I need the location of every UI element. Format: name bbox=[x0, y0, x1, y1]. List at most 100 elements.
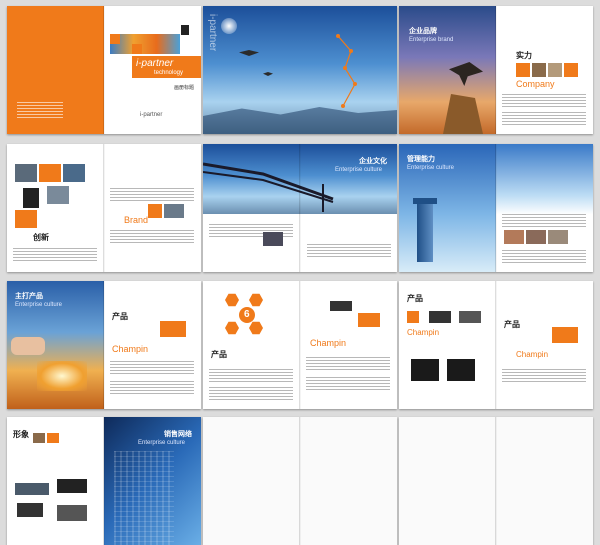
brand-text-page: Brand bbox=[104, 144, 201, 272]
photo-tile bbox=[148, 204, 162, 218]
section-heading-en: Enterprise culture bbox=[407, 165, 455, 171]
brochure-blank-spread bbox=[203, 417, 397, 545]
body-text-lines bbox=[306, 377, 390, 391]
brochure-product-spread: 产品 Champin 产品 Champin bbox=[399, 281, 593, 409]
lighthouse-image bbox=[417, 202, 433, 262]
sunburst-image bbox=[37, 361, 87, 391]
body-text-lines bbox=[13, 248, 97, 262]
eagle-image bbox=[263, 72, 273, 76]
body-text-lines bbox=[502, 250, 586, 264]
product-devices-page: 产品 Champin bbox=[399, 281, 496, 409]
brand-tagline: technology bbox=[154, 70, 184, 76]
product-tile bbox=[160, 321, 186, 337]
page-title-cn: 创新 bbox=[33, 233, 49, 242]
page-title-cn: 产品 bbox=[407, 294, 423, 303]
hex-tile bbox=[225, 293, 239, 307]
body-text-lines bbox=[502, 214, 586, 228]
rock-image bbox=[443, 94, 483, 134]
body-text-lines bbox=[502, 369, 586, 383]
section-heading-en: Enterprise brand bbox=[409, 37, 454, 43]
contact-block bbox=[17, 102, 63, 120]
cover-photo-strip bbox=[110, 34, 180, 54]
brand-name: i-partner bbox=[136, 58, 174, 69]
page-title-en: Champin bbox=[112, 344, 149, 354]
hex-page: 6 产品 bbox=[203, 281, 300, 409]
section-heading-en: Enterprise culture bbox=[15, 302, 63, 308]
section-heading-cn: 主打产品 bbox=[15, 293, 43, 300]
brochure-sales-spread: 形象 销售网络 Enterprise culture bbox=[7, 417, 201, 545]
photo-tile bbox=[564, 63, 578, 77]
info-icon bbox=[21, 186, 41, 210]
hand-image bbox=[11, 337, 45, 355]
photo-tile bbox=[47, 186, 69, 204]
phone-image bbox=[429, 311, 451, 323]
section-heading-cn: 销售网络 bbox=[164, 431, 192, 438]
brochure-innovation-spread: 创新 Brand bbox=[7, 144, 201, 272]
billboard-image bbox=[17, 503, 43, 517]
cover-square bbox=[110, 34, 120, 44]
front-cover-page: i-partner technology 画册标题 i-partner bbox=[104, 6, 201, 134]
hex-tile bbox=[249, 321, 263, 335]
vertical-brand-text: i-partner bbox=[207, 14, 218, 52]
photo-tile bbox=[548, 63, 562, 77]
bus-image bbox=[15, 483, 49, 495]
section-heading-en: Enterprise culture bbox=[335, 167, 383, 173]
photo-tile bbox=[15, 164, 37, 182]
skyscraper-page: 销售网络 Enterprise culture bbox=[104, 417, 201, 545]
cover-square bbox=[132, 44, 142, 54]
brochure-culture-spread: 企业文化 Enterprise culture bbox=[203, 144, 397, 272]
brochure-sky-spread: i-partner bbox=[203, 6, 397, 134]
brochure-brand-spread: 企业品牌 Enterprise brand 实力 Company bbox=[399, 6, 593, 134]
hex-tile bbox=[249, 293, 263, 307]
page-title-en: Champin bbox=[310, 338, 347, 348]
photo-tile bbox=[548, 230, 568, 244]
image-page: 形象 bbox=[7, 417, 104, 545]
sign-image bbox=[57, 505, 87, 521]
photo-tile bbox=[47, 433, 59, 443]
page-title-cn: 形象 bbox=[13, 430, 29, 439]
page-title-en: Champin bbox=[516, 350, 549, 359]
body-text-lines bbox=[502, 112, 586, 126]
product-tile bbox=[552, 327, 578, 343]
photo-tile bbox=[164, 204, 184, 218]
body-text-lines bbox=[110, 230, 194, 244]
body-text-lines bbox=[209, 369, 293, 383]
badge-number: 6 bbox=[244, 309, 250, 320]
brochure-cover-spread: i-partner technology 画册标题 i-partner bbox=[7, 6, 201, 134]
photo-tile bbox=[532, 63, 546, 77]
sun-glow bbox=[221, 18, 237, 34]
brochure-management-spread: 管理能力 Enterprise culture bbox=[399, 144, 593, 272]
brochure-blank-spread bbox=[399, 417, 593, 545]
body-text-lines bbox=[307, 244, 391, 258]
phone-image bbox=[330, 301, 352, 311]
brand-photo-page: 企业品牌 Enterprise brand bbox=[399, 6, 496, 134]
body-text-lines bbox=[110, 381, 194, 395]
section-heading-cn: 企业品牌 bbox=[409, 28, 437, 35]
photo-tile bbox=[63, 164, 85, 182]
page-title-en: Company bbox=[516, 79, 555, 89]
eagle-image bbox=[449, 62, 483, 86]
photo-tile bbox=[263, 232, 283, 246]
product-text-page: 产品 Champin bbox=[496, 281, 593, 409]
products-photo-page: 主打产品 Enterprise culture bbox=[7, 281, 104, 409]
cover-title: 画册标题 bbox=[174, 85, 195, 91]
back-cover-page bbox=[7, 6, 104, 134]
billboard-image bbox=[57, 479, 87, 493]
brochure-products-spread: 主打产品 Enterprise culture 产品 Champin bbox=[7, 281, 201, 409]
tablet-image bbox=[447, 359, 475, 381]
innovation-page: 创新 bbox=[7, 144, 104, 272]
logo-mark bbox=[180, 24, 190, 36]
phone-image bbox=[459, 311, 481, 323]
products-text-page: 产品 Champin bbox=[104, 281, 201, 409]
body-text-lines bbox=[502, 94, 586, 108]
hex-tile bbox=[225, 321, 239, 335]
photo-tile bbox=[504, 230, 524, 244]
page-title-en: Champin bbox=[407, 328, 440, 337]
section-heading-cn: 企业文化 bbox=[359, 158, 387, 165]
tablet-image bbox=[411, 359, 439, 381]
product-tile bbox=[358, 313, 380, 327]
lighthouse-cap bbox=[413, 198, 437, 204]
photo-tile bbox=[516, 63, 530, 77]
page-title-cn: 产品 bbox=[211, 350, 227, 359]
timeline-path bbox=[336, 34, 357, 108]
